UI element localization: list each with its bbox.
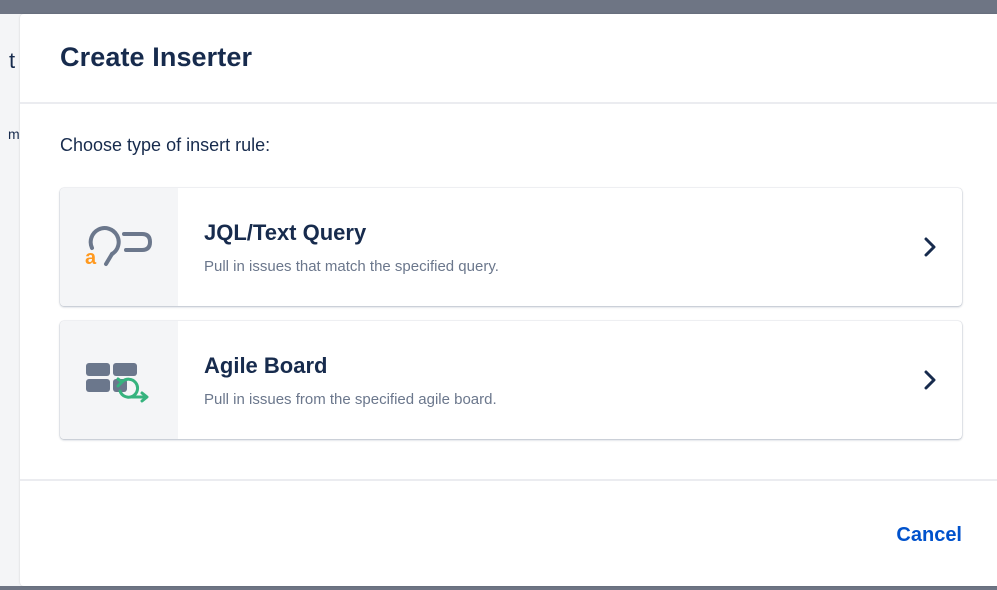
dialog-title: Create Inserter xyxy=(60,42,253,72)
chevron-right-icon xyxy=(924,370,936,390)
option-jql-text-query[interactable]: a JQL/Text Query Pull in issues that mat… xyxy=(60,188,962,306)
background-text: m xyxy=(8,126,20,142)
chevron-right-icon xyxy=(924,237,936,257)
option-icon-container xyxy=(60,321,178,439)
insert-rule-prompt: Choose type of insert rule: xyxy=(60,135,271,155)
jql-search-icon: a xyxy=(85,226,153,269)
option-description: Pull in issues from the specified agile … xyxy=(204,391,497,408)
dialog-header: Create Inserter xyxy=(20,14,997,104)
option-icon-container: a xyxy=(60,188,178,306)
cancel-button[interactable]: Cancel xyxy=(896,524,962,547)
option-description: Pull in issues that match the specified … xyxy=(204,258,499,275)
option-agile-board[interactable]: Agile Board Pull in issues from the spec… xyxy=(60,321,962,439)
agile-board-icon xyxy=(86,363,149,403)
option-title: Agile Board xyxy=(204,353,328,378)
option-title: JQL/Text Query xyxy=(204,220,367,245)
create-inserter-dialog: Create Inserter Choose type of insert ru… xyxy=(20,14,997,586)
dialog-footer-divider xyxy=(20,479,997,481)
background-text: t xyxy=(9,48,16,73)
svg-text:a: a xyxy=(85,247,97,269)
